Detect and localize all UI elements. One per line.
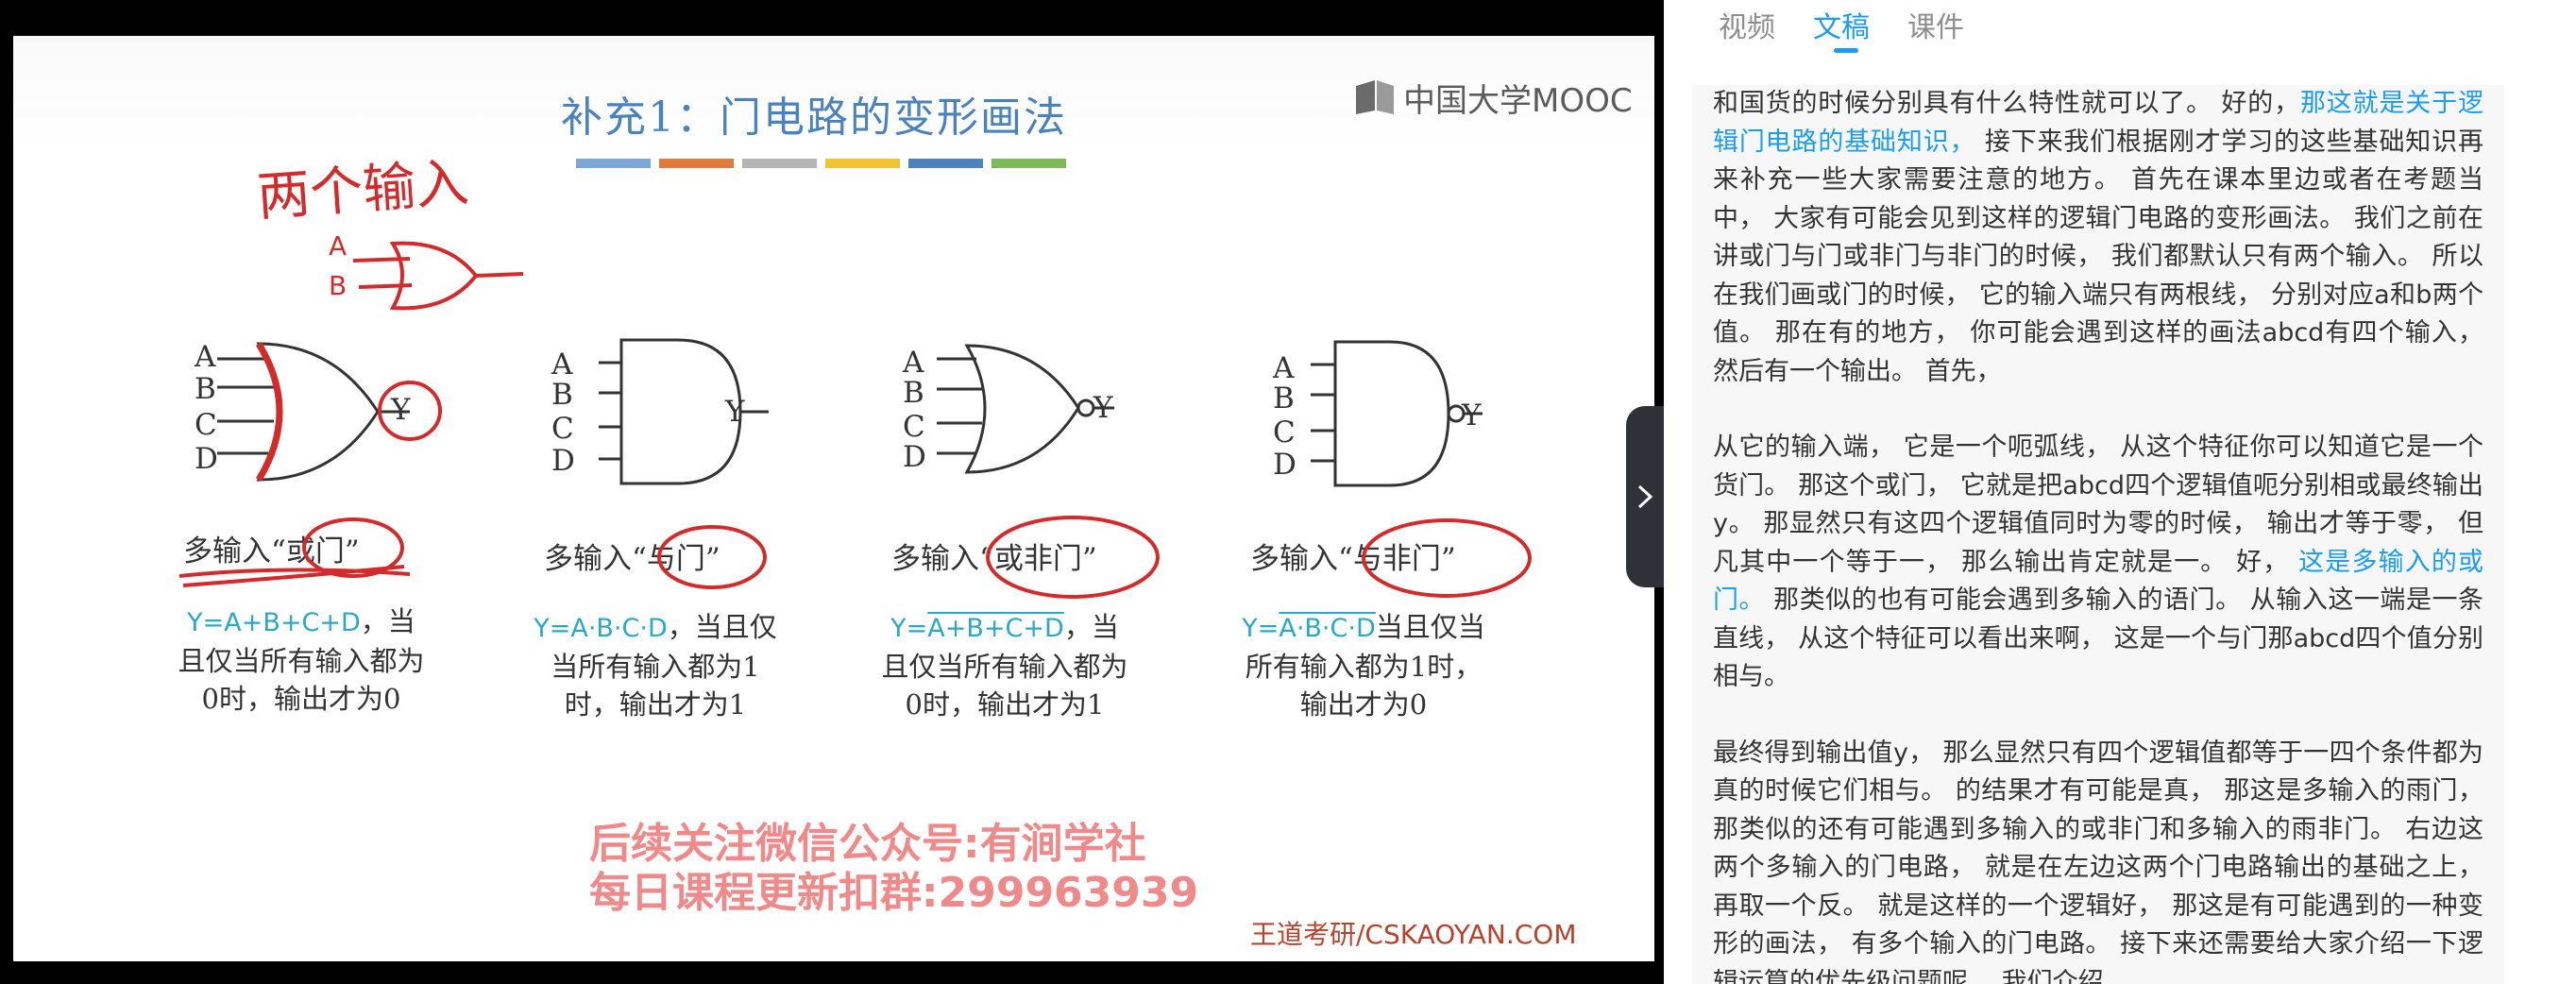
transcript-paragraph: 和国货的时候分别具有什么特性就可以了。 好的，那这就是关于逻辑门电路的基础知识，…	[1713, 85, 2483, 391]
title-color-bar	[991, 159, 1066, 168]
title-color-bar	[659, 159, 734, 168]
transcript-panel[interactable]: 和国货的时候分别具有什么特性就可以了。 好的，那这就是关于逻辑门电路的基础知识，…	[1692, 85, 2504, 984]
promo-line-1: 后续关注微信公众号:有涧学社	[589, 820, 1146, 868]
or-output-y: Y	[391, 393, 411, 427]
and-input-c: C	[551, 412, 574, 446]
nor-input-d: D	[903, 440, 926, 474]
nor-input-b: B	[903, 376, 924, 410]
or-formula-expression: Y=A+B+C+D	[187, 608, 361, 637]
watermark: 王道考研/CSKAOYAN.COM	[1250, 919, 1577, 950]
title-color-bar	[908, 159, 983, 168]
nor-formula-overbar: A+B+C+D	[927, 614, 1064, 643]
title-color-bars	[576, 159, 1066, 168]
and-gate-formula: Y=A·B·C·D，当且仅当所有输入都为1时，输出才为1	[528, 608, 783, 723]
nand-formula-prefix: Y=	[1242, 614, 1280, 643]
nand-input-a: A	[1273, 351, 1295, 385]
nand-gate-label: 多输入“与非门”	[1250, 542, 1456, 576]
nor-gate-formula: Y=A+B+C+D，当且仅当所有输入都为0时，输出才为1	[877, 608, 1132, 723]
handwritten-input-b: B	[329, 270, 347, 301]
or-input-d: D	[195, 442, 218, 476]
nor-input-c: C	[903, 410, 925, 444]
promo-text: 后续关注微信公众号:有涧学社 每日课程更新扣群:299963939	[589, 820, 1198, 918]
and-output-y: Y	[725, 395, 745, 429]
and-formula-expression: Y=A·B·C·D	[534, 614, 668, 643]
mooc-logo-text: 中国大学MOOC	[1403, 81, 1633, 120]
side-panel: 视频 文稿 课件 和国货的时候分别具有什么特性就可以了。 好的，那这就是关于逻辑…	[1664, 0, 2576, 984]
tab-courseware[interactable]: 课件	[1907, 0, 1964, 57]
and-input-b: B	[551, 378, 573, 412]
promo-line-2: 每日课程更新扣群:299963939	[589, 869, 1199, 917]
nor-formula-prefix: Y=	[890, 614, 928, 643]
expand-panel-button[interactable]	[1626, 406, 1664, 587]
transcript-paragraph: 最终得到输出值y， 那么显然只有四个逻辑值都等于一四个条件都为真的时候它们相与。…	[1713, 738, 2483, 984]
and-gate-label: 多输入“与门”	[544, 542, 720, 576]
nor-output-y: Y	[1093, 391, 1113, 425]
and-input-a: A	[551, 348, 573, 382]
nand-input-c: C	[1273, 416, 1296, 450]
nand-gate-formula: Y=A·B·C·D当且仅当所有输入都为1时，输出才为0	[1236, 608, 1491, 723]
or-gate-formula: Y=A+B+C+D，当且仅当所有输入都为0时，输出才为0	[174, 602, 429, 718]
transcript-text: 和国货的时候分别具有什么特性就可以了。 好的，	[1713, 89, 2300, 118]
chevron-right-icon	[1637, 484, 1653, 509]
nand-output-y: Y	[1462, 399, 1482, 433]
or-gate-label: 多输入“或门”	[183, 534, 360, 568]
nand-input-b: B	[1273, 382, 1295, 416]
or-input-c: C	[195, 408, 217, 442]
nand-gate-symbol	[1311, 340, 1483, 487]
or-gate-symbol	[217, 342, 410, 482]
lecture-slide: 补充1：门电路的变形画法 中国大学MOOC 两个输入 A B A B C D Y…	[13, 36, 1654, 961]
or-input-b: B	[195, 372, 216, 406]
nor-gate-label: 多输入“或非门”	[891, 542, 1097, 576]
and-input-d: D	[551, 444, 575, 478]
transcript-paragraph: 从它的输入端， 它是一个呃弧线， 从这个特征你可以知道它是一个货门。 那这个或门…	[1713, 429, 2483, 697]
nand-formula-overbar: A·B·C·D	[1279, 614, 1376, 643]
video-player[interactable]: 补充1：门电路的变形画法 中国大学MOOC 两个输入 A B A B C D Y…	[0, 0, 1664, 984]
tab-video[interactable]: 视频	[1719, 0, 1775, 57]
mooc-logo: 中国大学MOOC	[1354, 74, 1633, 121]
mooc-logo-icon	[1356, 80, 1394, 114]
tab-transcript[interactable]: 文稿	[1813, 0, 1870, 57]
title-color-bar	[576, 159, 651, 168]
transcript-text: 接下来我们根据刚才学习的这些基础知识再来补充一些大家需要注意的地方。 首先在课本…	[1713, 127, 2483, 386]
and-gate-symbol	[599, 338, 769, 485]
nor-input-a: A	[903, 346, 924, 380]
transcript-text: 那类似的也有可能会遇到多输入的语门。 从输入这一端是一条直线， 从这个特征可以看…	[1713, 585, 2483, 691]
or-input-a: A	[195, 340, 216, 374]
slide-title: 补充1：门电路的变形画法	[561, 93, 1067, 142]
handwritten-or-gate	[352, 241, 524, 311]
title-color-bar	[742, 159, 817, 168]
panel-tabs: 视频 文稿 课件	[1719, 0, 1964, 57]
title-color-bar	[825, 159, 900, 168]
handwritten-input-a: A	[329, 230, 347, 262]
handwritten-note: 两个输入	[255, 152, 471, 229]
nand-input-d: D	[1273, 448, 1296, 482]
